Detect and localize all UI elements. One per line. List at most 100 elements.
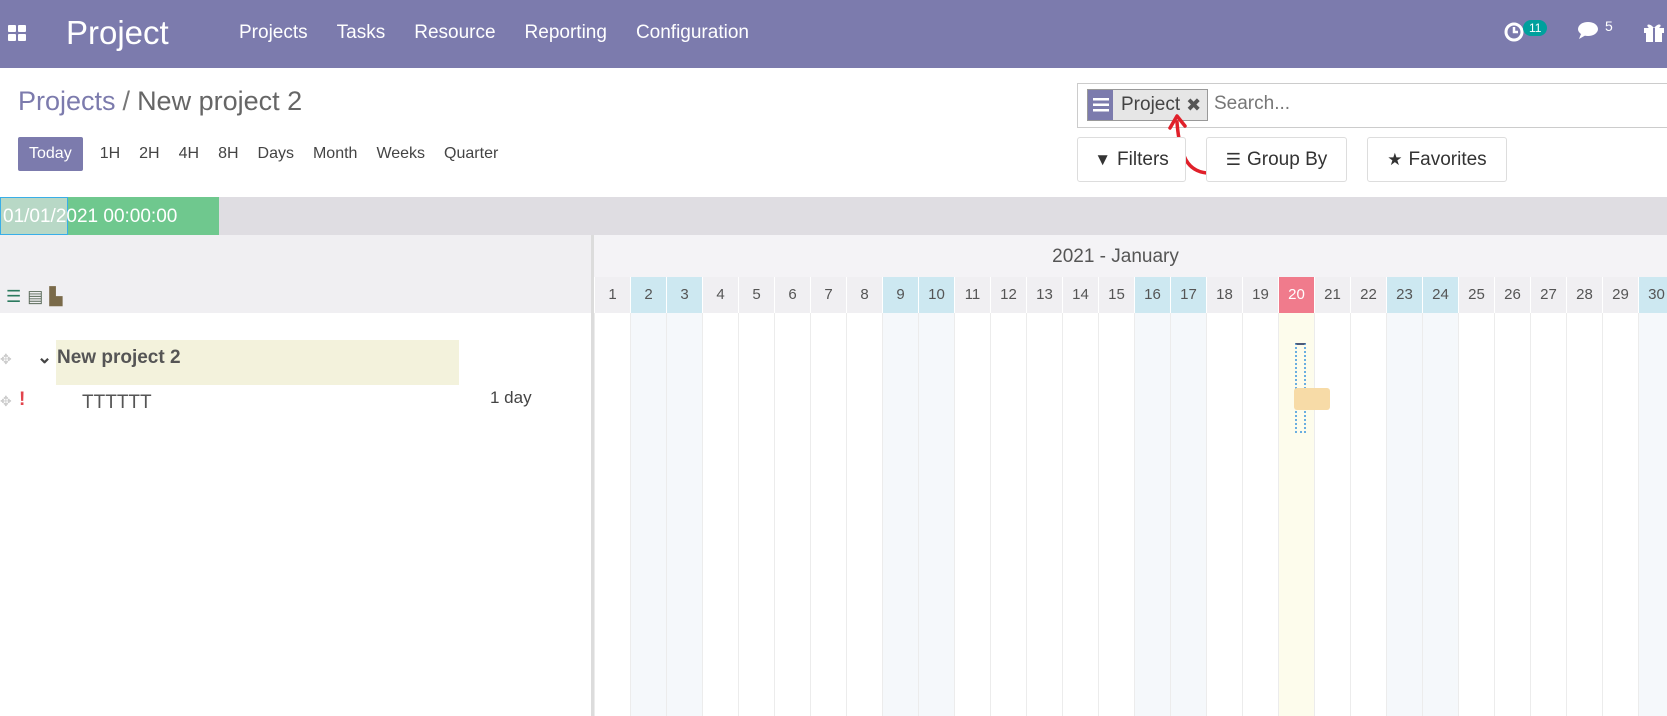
- breadcrumb-projects[interactable]: Projects: [18, 86, 116, 116]
- day-column-7[interactable]: [810, 313, 846, 716]
- scale-quarter-button[interactable]: Quarter: [444, 145, 498, 163]
- day-column-26[interactable]: [1494, 313, 1530, 716]
- day-header-1: 1: [594, 277, 630, 313]
- date-range-highlight[interactable]: 01/01/2021 00:00:00: [0, 197, 219, 235]
- day-header-18: 18: [1206, 277, 1242, 313]
- task-row-name[interactable]: TTTTTT: [82, 392, 152, 414]
- day-column-30[interactable]: [1638, 313, 1667, 716]
- activity-menu[interactable]: 11: [1503, 20, 1548, 47]
- day-header-5: 5: [738, 277, 774, 313]
- filters-button[interactable]: ▼ Filters: [1077, 137, 1186, 182]
- day-column-14[interactable]: [1062, 313, 1098, 716]
- day-header-6: 6: [774, 277, 810, 313]
- app-brand[interactable]: Project: [66, 14, 169, 52]
- menu-configuration[interactable]: Configuration: [636, 22, 749, 44]
- day-column-11[interactable]: [954, 313, 990, 716]
- day-column-23[interactable]: [1386, 313, 1422, 716]
- messaging-menu[interactable]: 5: [1577, 18, 1613, 45]
- day-column-16[interactable]: [1134, 313, 1170, 716]
- day-column-27[interactable]: [1530, 313, 1566, 716]
- chat-icon: [1578, 22, 1598, 39]
- day-column-24[interactable]: [1422, 313, 1458, 716]
- main-menu: Projects Tasks Resource Reporting Config…: [239, 22, 778, 44]
- apps-menu-icon[interactable]: [8, 25, 28, 41]
- favorites-label: Favorites: [1408, 148, 1487, 170]
- scale-1h-button[interactable]: 1H: [100, 145, 120, 163]
- day-column-2[interactable]: [630, 313, 666, 716]
- day-column-28[interactable]: [1566, 313, 1602, 716]
- day-header-4: 4: [702, 277, 738, 313]
- day-header-26: 26: [1494, 277, 1530, 313]
- day-column-10[interactable]: [918, 313, 954, 716]
- day-header-27: 27: [1530, 277, 1566, 313]
- menu-reporting[interactable]: Reporting: [525, 22, 607, 44]
- day-column-8[interactable]: [846, 313, 882, 716]
- activity-badge: 11: [1523, 20, 1548, 36]
- document-icon[interactable]: ▤: [27, 287, 43, 307]
- day-column-15[interactable]: [1098, 313, 1134, 716]
- breadcrumb-separator: /: [122, 86, 131, 116]
- day-header-28: 28: [1566, 277, 1602, 313]
- month-header: 2021 - January: [594, 235, 1667, 277]
- scale-month-button[interactable]: Month: [313, 145, 357, 163]
- day-header-16: 16: [1134, 277, 1170, 313]
- scale-days-button[interactable]: Days: [258, 145, 294, 163]
- search-input[interactable]: [1212, 92, 1616, 116]
- group-by-button[interactable]: ☰ Group By: [1206, 137, 1347, 182]
- day-column-1[interactable]: [594, 313, 630, 716]
- day-column-19[interactable]: [1242, 313, 1278, 716]
- day-header-10: 10: [918, 277, 954, 313]
- day-column-18[interactable]: [1206, 313, 1242, 716]
- scale-weeks-button[interactable]: Weeks: [376, 145, 425, 163]
- day-column-25[interactable]: [1458, 313, 1494, 716]
- day-column-22[interactable]: [1350, 313, 1386, 716]
- menu-projects[interactable]: Projects: [239, 22, 308, 44]
- day-header-13: 13: [1026, 277, 1062, 313]
- scale-today-button[interactable]: Today: [18, 137, 83, 171]
- day-header-11: 11: [954, 277, 990, 313]
- factory-icon[interactable]: ▙: [49, 287, 62, 307]
- list-icon[interactable]: ☰: [6, 287, 21, 307]
- day-header-14: 14: [1062, 277, 1098, 313]
- scale-4h-button[interactable]: 4H: [179, 145, 199, 163]
- day-column-4[interactable]: [702, 313, 738, 716]
- day-header-17: 17: [1170, 277, 1206, 313]
- project-row-title[interactable]: New project 2: [57, 347, 181, 369]
- drag-handle-icon[interactable]: ✥: [0, 393, 12, 410]
- day-header-9: 9: [882, 277, 918, 313]
- day-header-2: 2: [630, 277, 666, 313]
- day-header-7: 7: [810, 277, 846, 313]
- day-column-29[interactable]: [1602, 313, 1638, 716]
- star-icon: ★: [1387, 149, 1403, 169]
- day-column-6[interactable]: [774, 313, 810, 716]
- drag-handle-icon[interactable]: ✥: [0, 351, 12, 368]
- day-header-25: 25: [1458, 277, 1494, 313]
- day-header-23: 23: [1386, 277, 1422, 313]
- day-column-12[interactable]: [990, 313, 1026, 716]
- day-column-13[interactable]: [1026, 313, 1062, 716]
- task-bar[interactable]: [1294, 388, 1330, 410]
- filter-icon: ▼: [1094, 149, 1112, 169]
- clock-icon: [1504, 22, 1524, 42]
- day-header-15: 15: [1098, 277, 1134, 313]
- group-by-facet-icon: [1088, 90, 1113, 120]
- day-column-17[interactable]: [1170, 313, 1206, 716]
- group-by-label: Group By: [1246, 148, 1328, 170]
- day-column-3[interactable]: [666, 313, 702, 716]
- scale-2h-button[interactable]: 2H: [139, 145, 159, 163]
- scale-8h-button[interactable]: 8H: [218, 145, 238, 163]
- gift-icon[interactable]: [1643, 22, 1665, 47]
- day-column-5[interactable]: [738, 313, 774, 716]
- favorites-button[interactable]: ★ Favorites: [1367, 137, 1507, 182]
- filters-label: Filters: [1117, 148, 1169, 170]
- day-header-19: 19: [1242, 277, 1278, 313]
- day-column-21[interactable]: [1314, 313, 1350, 716]
- day-header-21: 21: [1314, 277, 1350, 313]
- top-navbar: Project Projects Tasks Resource Reportin…: [0, 0, 1667, 68]
- day-header-29: 29: [1602, 277, 1638, 313]
- chevron-down-icon[interactable]: ⌄: [37, 347, 52, 368]
- menu-tasks[interactable]: Tasks: [337, 22, 386, 44]
- menu-resource[interactable]: Resource: [414, 22, 495, 44]
- page-title: New project 2: [137, 86, 303, 116]
- day-column-9[interactable]: [882, 313, 918, 716]
